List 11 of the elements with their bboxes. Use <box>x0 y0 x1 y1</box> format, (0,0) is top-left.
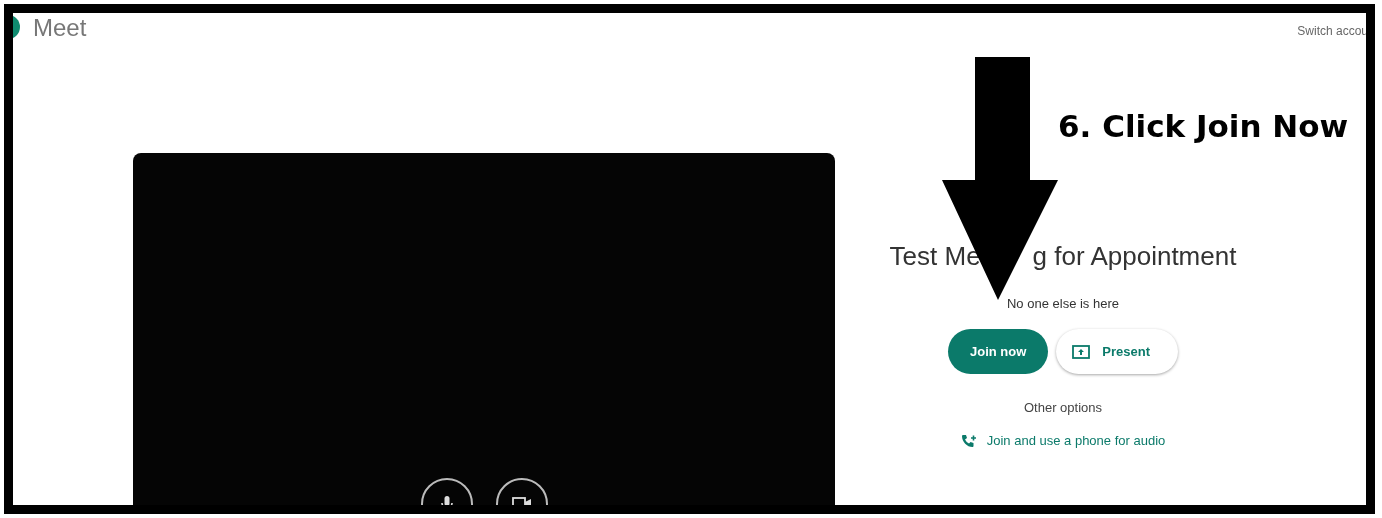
meeting-title: g for Appointment <box>1032 241 1237 272</box>
phone-audio-link[interactable]: Join and use a phone for audio <box>960 433 1166 448</box>
status-text: No one else is here <box>1007 296 1119 311</box>
present-screen-icon <box>1072 344 1091 359</box>
present-button[interactable]: Present <box>1056 329 1178 374</box>
annotation-text: 6. Click Join Now <box>1058 108 1349 144</box>
other-options-label: Other options <box>1023 400 1102 415</box>
phone-icon <box>960 433 977 448</box>
join-now-button[interactable]: Join now <box>947 329 1049 374</box>
app-name: Meet <box>33 14 87 42</box>
meeting-title: Test Me <box>889 241 981 272</box>
